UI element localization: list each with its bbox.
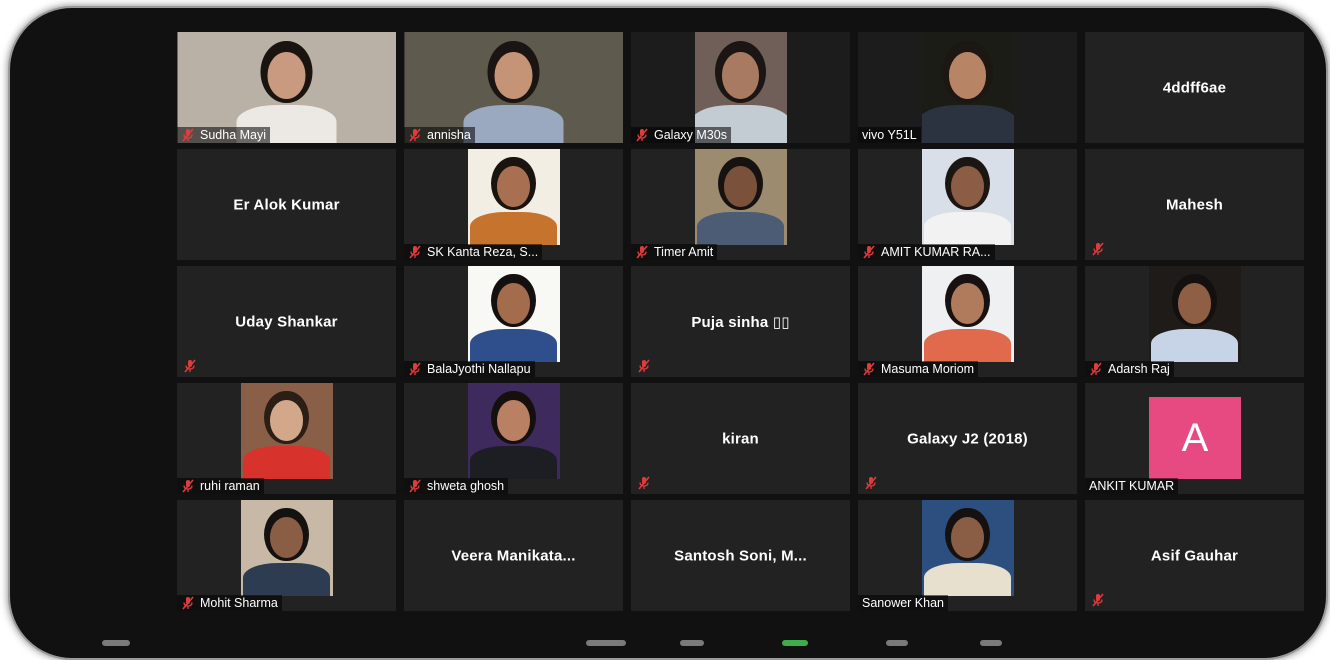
mic-muted-icon — [408, 128, 422, 142]
participant-name-label: Masuma Moriom — [858, 361, 979, 377]
participant-display-name: Veera Manikata... — [451, 547, 576, 564]
participant-name-label: ruhi raman — [177, 478, 264, 494]
mic-muted-icon — [181, 128, 195, 142]
participant-tile[interactable]: Uday Shankar — [177, 266, 396, 377]
participant-display-name: Asif Gauhar — [1150, 547, 1239, 564]
participant-name-label: Galaxy M30s — [631, 127, 731, 143]
participant-video — [694, 149, 787, 245]
mic-muted-icon — [1091, 593, 1105, 607]
mic-muted-icon — [1089, 362, 1103, 376]
participant-video — [921, 500, 1014, 596]
mic-muted-icon — [637, 476, 651, 490]
participant-tile[interactable]: Sudha Mayi — [177, 32, 396, 143]
participant-name: SK Kanta Reza, S... — [427, 245, 539, 259]
participant-name-label: shweta ghosh — [404, 478, 509, 494]
participant-tile[interactable]: Veera Manikata... — [404, 500, 623, 611]
participant-video — [467, 266, 560, 362]
mic-muted-icon — [181, 596, 195, 610]
participant-name: shweta ghosh — [427, 479, 505, 493]
mic-muted-icon — [183, 359, 197, 373]
participant-name: AMIT KUMAR RA... — [881, 245, 991, 259]
participant-tile[interactable]: Puja sinha ▯▯ — [631, 266, 850, 377]
participant-display-name: Mahesh — [1165, 196, 1224, 213]
participant-display-name: 4ddff6ae — [1162, 79, 1227, 96]
participant-video — [921, 149, 1014, 245]
participant-tile[interactable]: Asif Gauhar — [1085, 500, 1304, 611]
participant-name-label: Timer Amit — [631, 244, 718, 260]
participant-name-label: vivo Y51L — [858, 127, 921, 143]
participant-display-name: Santosh Soni, M... — [674, 547, 807, 564]
participant-name-label: annisha — [404, 127, 475, 143]
mic-muted-icon — [408, 479, 422, 493]
participant-video — [467, 383, 560, 479]
participant-name: vivo Y51L — [862, 128, 917, 142]
mic-muted-icon — [862, 245, 876, 259]
participant-tile[interactable]: Santosh Soni, M... — [631, 500, 850, 611]
participant-display-name: Puja sinha ▯▯ — [691, 313, 790, 331]
participant-tile[interactable]: Mahesh — [1085, 149, 1304, 260]
participant-video — [921, 266, 1014, 362]
participant-name: Sanower Khan — [862, 596, 945, 610]
participant-name: Sudha Mayi — [200, 128, 267, 142]
participant-display-name: kiran — [722, 430, 759, 447]
participant-tile[interactable]: Masuma Moriom — [858, 266, 1077, 377]
participant-name: Timer Amit — [654, 245, 714, 259]
participant-tile[interactable]: AMIT KUMAR RA... — [858, 149, 1077, 260]
participant-tile[interactable]: vivo Y51L — [858, 32, 1077, 143]
participant-tile[interactable]: SK Kanta Reza, S... — [404, 149, 623, 260]
avatar: A — [1149, 397, 1241, 479]
participant-name: Masuma Moriom — [881, 362, 975, 376]
mic-muted-icon — [1091, 242, 1105, 256]
toolbar-edge — [10, 636, 1326, 649]
participant-tile[interactable]: Galaxy J2 (2018) — [858, 383, 1077, 494]
participant-tile[interactable]: Adarsh Raj — [1085, 266, 1304, 377]
participant-name-label: ANKIT KUMAR — [1085, 478, 1179, 494]
participant-display-name: Galaxy J2 (2018) — [907, 430, 1028, 447]
participant-tile[interactable]: Mohit Sharma — [177, 500, 396, 611]
participant-tile[interactable]: A ANKIT KUMAR — [1085, 383, 1304, 494]
participant-tile[interactable]: ruhi raman — [177, 383, 396, 494]
participant-video — [921, 32, 1014, 143]
participant-name-label: SK Kanta Reza, S... — [404, 244, 543, 260]
participant-tile[interactable]: Timer Amit — [631, 149, 850, 260]
mic-muted-icon — [637, 359, 651, 373]
participant-name: ruhi raman — [200, 479, 260, 493]
participant-name-label: BalaJyothi Nallapu — [404, 361, 535, 377]
participant-name: BalaJyothi Nallapu — [427, 362, 531, 376]
mic-muted-icon — [408, 362, 422, 376]
participant-name-label: Adarsh Raj — [1085, 361, 1174, 377]
participant-name-label: Sudha Mayi — [177, 127, 271, 143]
participant-name: ANKIT KUMAR — [1089, 479, 1175, 493]
mic-muted-icon — [635, 128, 649, 142]
participant-name: Adarsh Raj — [1108, 362, 1170, 376]
participant-tile[interactable]: shweta ghosh — [404, 383, 623, 494]
meeting-window: Sudha Mayi annisha Galaxy M30s vivo Y51L 4dd… — [8, 6, 1328, 660]
mic-muted-icon — [408, 245, 422, 259]
participant-name-label: AMIT KUMAR RA... — [858, 244, 995, 260]
participant-grid: Sudha Mayi annisha Galaxy M30s vivo Y51L 4dd… — [177, 32, 1304, 613]
participant-video — [467, 149, 560, 245]
participant-display-name: Uday Shankar — [235, 313, 338, 330]
participant-tile[interactable]: Sanower Khan — [858, 500, 1077, 611]
mic-muted-icon — [635, 245, 649, 259]
participant-display-name: Er Alok Kumar — [233, 196, 340, 213]
participant-tile[interactable]: 4ddff6ae — [1085, 32, 1304, 143]
participant-tile[interactable]: Galaxy M30s — [631, 32, 850, 143]
participant-name-label: Mohit Sharma — [177, 595, 282, 611]
participant-name: annisha — [427, 128, 471, 142]
mic-muted-icon — [862, 362, 876, 376]
participant-video — [240, 500, 333, 596]
mic-muted-icon — [864, 476, 878, 490]
participant-video — [240, 383, 333, 479]
participant-tile[interactable]: BalaJyothi Nallapu — [404, 266, 623, 377]
participant-name-label: Sanower Khan — [858, 595, 949, 611]
participant-video — [1148, 266, 1241, 362]
participant-tile[interactable]: annisha — [404, 32, 623, 143]
participant-tile[interactable]: kiran — [631, 383, 850, 494]
participant-name: Galaxy M30s — [654, 128, 727, 142]
participant-name: Mohit Sharma — [200, 596, 278, 610]
participant-tile[interactable]: Er Alok Kumar — [177, 149, 396, 260]
mic-muted-icon — [181, 479, 195, 493]
